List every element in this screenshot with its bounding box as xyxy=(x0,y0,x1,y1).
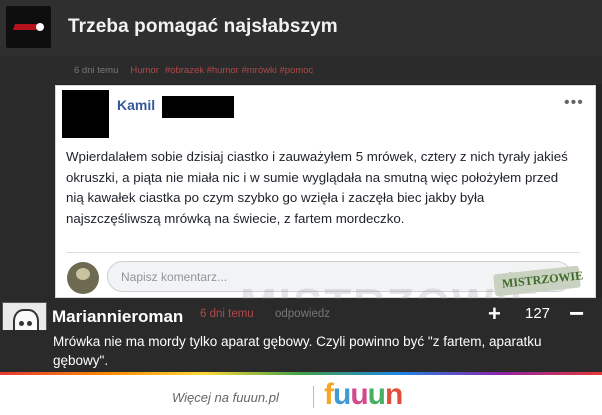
brand-letter: n xyxy=(384,378,403,411)
downvote-button[interactable]: − xyxy=(569,298,584,329)
reply-link[interactable]: odpowiedz xyxy=(275,308,330,320)
more-options-icon: ••• xyxy=(564,94,584,111)
brand-logo[interactable]: fuuun xyxy=(324,378,403,412)
brand-letter: u xyxy=(333,378,351,411)
redaction-bar xyxy=(162,96,234,118)
vote-score: 127 xyxy=(525,305,551,322)
fb-comment-placeholder: Napisz komentarz... xyxy=(121,270,228,284)
fb-author-name: Kamil xyxy=(117,97,156,113)
watermark-badge-label: MISTRZOWIE xyxy=(501,268,584,291)
site-logo[interactable] xyxy=(6,6,51,48)
footer-separator xyxy=(313,386,314,408)
fb-divider xyxy=(66,252,580,253)
post-category[interactable]: Humor xyxy=(130,65,159,76)
brand-letter: u xyxy=(350,378,368,411)
brand-letter: u xyxy=(367,378,386,411)
upvote-button[interactable]: + xyxy=(488,301,501,327)
comment-username[interactable]: Mariannieroman xyxy=(52,307,183,327)
post-meta: 6 dni temu Humor #obrazek #humor #mrówki #… xyxy=(74,65,313,76)
brand-letter: f xyxy=(324,378,334,411)
comment-text: Mrówka nie ma mordy tylko aparat gębowy.… xyxy=(53,334,542,368)
comment-age: 6 dni temu xyxy=(200,308,254,320)
post-age: 6 dni temu xyxy=(74,65,119,76)
facebook-post-image: Kamil ••• Wpierdalałem sobie dzisiaj cia… xyxy=(55,85,596,298)
footer xyxy=(0,375,602,415)
header-bar: Trzeba pomagać najsłabszym xyxy=(0,0,602,56)
fb-post-text: Wpierdalałem sobie dzisiaj ciastko i zau… xyxy=(66,149,568,227)
post-title[interactable]: Trzeba pomagać najsłabszym xyxy=(68,16,338,38)
fb-commenter-avatar xyxy=(67,262,99,294)
post-tags[interactable]: #obrazek #humor #mrówki #pomoc xyxy=(165,65,313,76)
logo-dot xyxy=(36,23,44,31)
fb-author-avatar xyxy=(62,90,109,138)
more-link[interactable]: Więcej na fuuun.pl xyxy=(172,390,279,405)
